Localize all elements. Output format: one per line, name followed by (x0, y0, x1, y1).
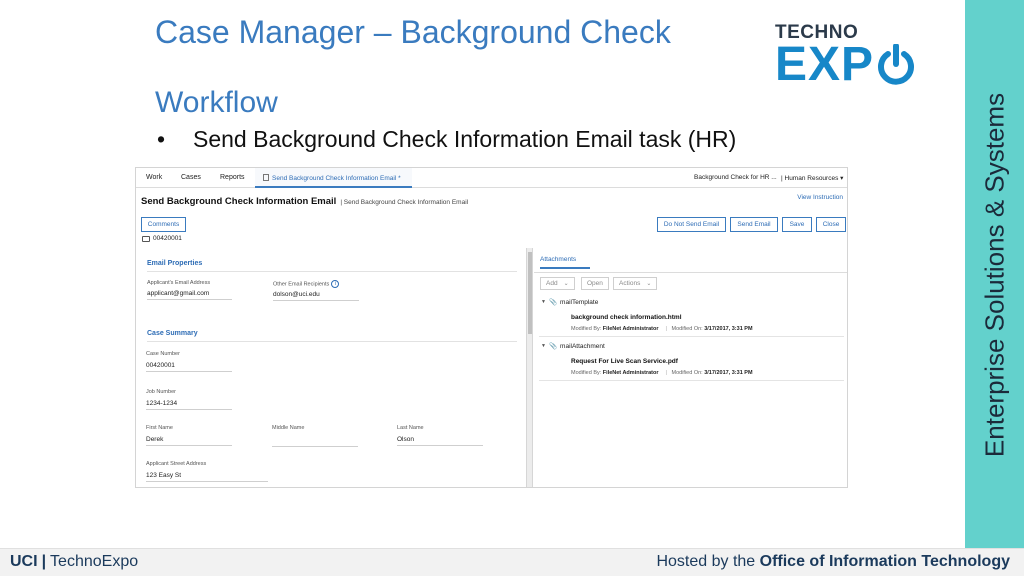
do-not-send-email-button[interactable]: Do Not Send Email (657, 217, 726, 232)
properties-pane: Email Properties Applicant's Email Addre… (136, 248, 524, 487)
group-name: mailAttachment (560, 342, 605, 350)
other-recipients-label-text: Other Email Recipients (273, 281, 330, 288)
job-number-label: Job Number (146, 389, 176, 395)
add-button[interactable]: Add ⌄ (540, 277, 575, 290)
street-address-field[interactable]: 123 Easy St (146, 472, 268, 482)
close-button[interactable]: Close (816, 217, 846, 232)
chevron-down-icon: ⌄ (563, 281, 569, 287)
slide: Case Manager – Background Check Workflow… (0, 0, 1024, 576)
collapse-triangle-icon: ▼ (541, 343, 546, 349)
techno-expo-logo: TECHNO EXP (775, 22, 955, 94)
other-recipients-label: Other Email Recipients i (273, 280, 340, 288)
footer: UCI | TechnoExpo Hosted by the Office of I… (0, 548, 1024, 576)
modified-by-value: FileNet Administrator (602, 370, 659, 376)
section-title: Workflow (155, 86, 278, 119)
top-nav: Work Cases Reports Send Background Check… (136, 168, 847, 188)
nav-role-selector[interactable]: | Human Resources ▾ (781, 174, 843, 182)
footer-host: Hosted by the Office of Information Tech… (656, 553, 1010, 571)
footer-event-name: TechnoExpo (50, 553, 139, 570)
send-email-button[interactable]: Send Email (730, 217, 778, 232)
case-number-field[interactable]: 00420001 (146, 362, 232, 372)
modified-by-value: FileNet Administrator (602, 326, 659, 332)
bullet-text: Send Background Check Information Email … (193, 126, 737, 152)
email-properties-heading: Email Properties (147, 260, 517, 272)
page-header: Send Background Check Information Email |… (141, 196, 468, 207)
logo-expo-text: EXP (775, 38, 875, 91)
page-subtitle: | Send Background Check Information Emai… (340, 199, 469, 206)
logo-bottom-text: EXP (775, 41, 955, 89)
nav-work[interactable]: Work (146, 174, 162, 181)
tab-attachments[interactable]: Attachments (540, 256, 590, 269)
attachments-pane: Attachments Add ⌄ Open Actions ⌄ ▼ 📎 mailTem… (534, 248, 847, 487)
attachment-meta: Modified By: FileNet Administrator | Modi… (571, 370, 753, 376)
attachment-row[interactable]: Request For Live Scan Service.pdf Modifi… (539, 355, 844, 381)
view-instructions-link[interactable]: View Instruction (797, 194, 843, 201)
middle-name-field[interactable] (272, 436, 358, 447)
nav-case-selector[interactable]: Background Check for HR ... (694, 174, 777, 181)
modified-on-value: 3/17/2017, 3:31 PM (704, 370, 753, 376)
open-button[interactable]: Open (581, 277, 609, 290)
nav-reports[interactable]: Reports (220, 174, 245, 181)
paperclip-icon: 📎 (548, 343, 558, 350)
bullet-item: • Send Background Check Information Email… (157, 126, 736, 153)
case-summary-heading: Case Summary (147, 330, 517, 342)
attachment-name[interactable]: Request For Live Scan Service.pdf (571, 358, 678, 365)
group-mail-attachment[interactable]: ▼ 📎 mailAttachment (541, 342, 605, 351)
job-number-field[interactable]: 1234-1234 (146, 400, 232, 410)
modified-on-label: Modified On: (671, 370, 703, 376)
group-mail-template[interactable]: ▼ 📎 mailTemplate (541, 298, 599, 307)
street-address-label: Applicant Street Address (146, 461, 207, 467)
info-icon[interactable]: i (331, 280, 340, 288)
middle-name-label: Middle Name (272, 425, 305, 431)
power-icon (878, 44, 915, 85)
slide-title: Case Manager – Background Check (155, 14, 671, 50)
role-label: | Human Resources (781, 175, 839, 182)
modified-by-label: Modified By: (571, 370, 602, 376)
modified-by-label: Modified By: (571, 326, 602, 332)
attachment-meta: Modified By: FileNet Administrator | Modi… (571, 326, 753, 332)
tab-send-email[interactable]: Send Background Check Information Email … (255, 168, 412, 188)
other-recipients-field[interactable]: dolson@uci.edu (273, 291, 359, 301)
footer-host-prefix: Hosted by the (656, 553, 760, 570)
first-name-field[interactable]: Derek (146, 436, 232, 446)
actions-label: Actions (619, 280, 641, 287)
case-id-value: 00420001 (153, 235, 182, 242)
uci-logo-text: UCI (10, 553, 38, 570)
pane-splitter[interactable] (526, 248, 533, 487)
actions-button[interactable]: Actions ⌄ (613, 277, 658, 290)
splitter-thumb[interactable] (528, 252, 532, 334)
chevron-down-icon: ▾ (840, 175, 844, 182)
footer-separator: | (41, 553, 47, 570)
collapse-triangle-icon: ▼ (541, 299, 546, 305)
applicant-email-label: Applicant's Email Address (147, 280, 211, 286)
add-label: Add (546, 280, 558, 287)
tab-underline (534, 272, 847, 273)
bullet-marker: • (157, 126, 166, 152)
chevron-down-icon: ⌄ (646, 281, 652, 287)
last-name-field[interactable]: Olson (397, 436, 483, 446)
comments-button[interactable]: Comments (141, 217, 186, 232)
attachment-row[interactable]: background check information.html Modifi… (539, 311, 844, 337)
case-manager-screenshot: Work Cases Reports Send Background Check… (135, 167, 848, 488)
folder-icon (142, 235, 150, 242)
attachment-name[interactable]: background check information.html (571, 314, 682, 321)
side-banner-text: Enterprise Solutions & Systems (979, 92, 1010, 458)
footer-brand: UCI | TechnoExpo (10, 553, 138, 571)
page-title: Send Background Check Information Email (141, 196, 337, 207)
case-id: 00420001 (142, 235, 182, 242)
footer-host-office: Office of Information Technology (759, 553, 1010, 570)
document-icon (263, 174, 269, 181)
modified-on-value: 3/17/2017, 3:31 PM (704, 326, 753, 332)
tab-label: Send Background Check Information Email … (272, 175, 401, 182)
first-name-label: First Name (146, 425, 173, 431)
applicant-email-field[interactable]: applicant@gmail.com (147, 290, 232, 300)
modified-on-label: Modified On: (671, 326, 703, 332)
save-button[interactable]: Save (782, 217, 812, 232)
case-number-label: Case Number (146, 351, 180, 357)
paperclip-icon: 📎 (548, 299, 558, 306)
last-name-label: Last Name (397, 425, 424, 431)
nav-cases[interactable]: Cases (181, 174, 201, 181)
group-name: mailTemplate (560, 298, 599, 306)
